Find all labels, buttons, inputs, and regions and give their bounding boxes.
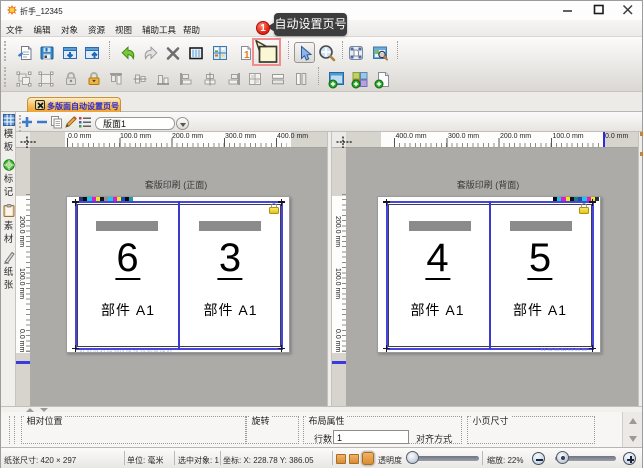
svg-text:1: 1 [244,50,250,61]
